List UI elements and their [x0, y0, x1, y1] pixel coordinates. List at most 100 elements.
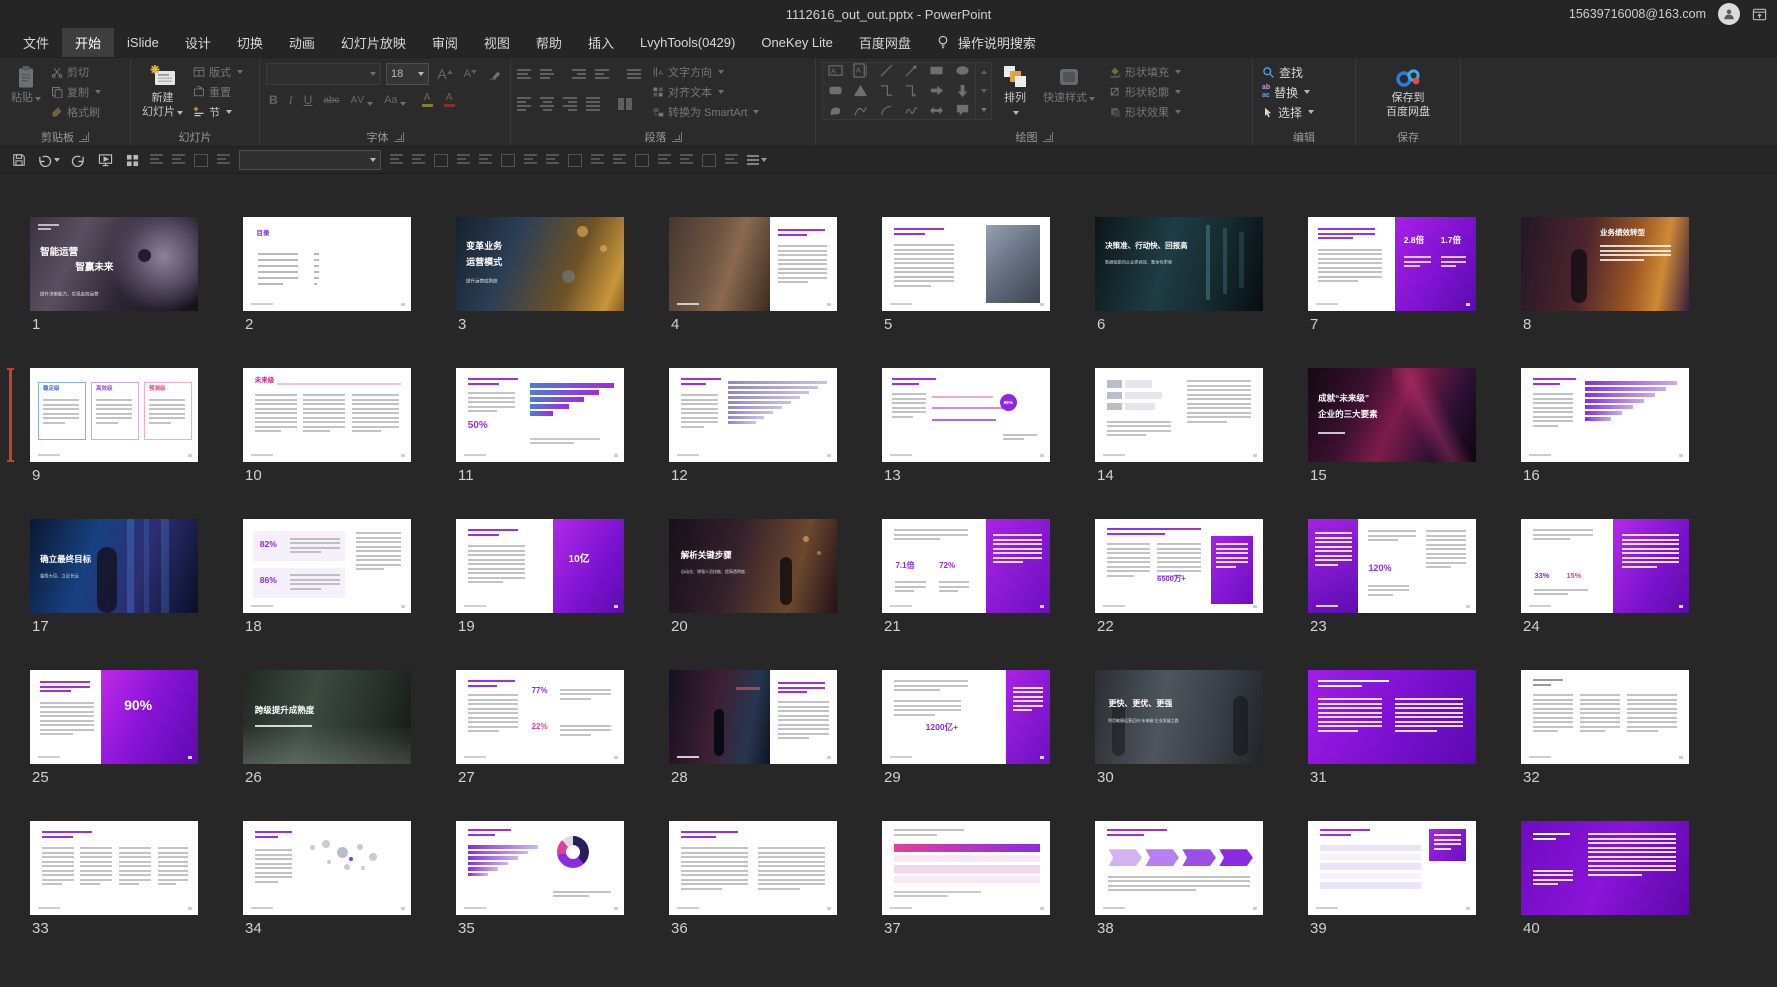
qat-button[interactable] — [479, 154, 492, 167]
qat-button[interactable] — [702, 154, 716, 167]
ribbon-tab-7[interactable]: 幻灯片放映 — [328, 28, 419, 57]
slide-thumbnail-20[interactable]: 解析关键步骤自动化、增强人员技能、提高透明度… — [669, 519, 837, 613]
section-button[interactable]: 节 — [190, 102, 246, 122]
shapes-scroll-down[interactable] — [976, 82, 991, 101]
ribbon-tab-1[interactable]: 文件 — [10, 28, 62, 57]
strikethrough-button[interactable]: abc — [320, 95, 342, 106]
account-avatar-icon[interactable] — [1718, 3, 1740, 25]
quick-styles-button[interactable]: 快速样式 — [1038, 62, 1100, 109]
qat-button[interactable] — [501, 154, 515, 167]
shape-double-arrow-icon[interactable] — [929, 103, 944, 123]
qat-button[interactable] — [150, 154, 163, 167]
columns-icon[interactable] — [618, 98, 632, 110]
qat-button[interactable] — [412, 154, 425, 167]
shapes-scroll-up[interactable] — [976, 63, 991, 82]
font-dialog-launcher[interactable] — [394, 132, 404, 142]
save-button[interactable] — [10, 150, 28, 170]
shape-textbox-horizontal-icon[interactable]: A — [828, 63, 843, 83]
arrange-button[interactable]: 排列 — [998, 62, 1032, 123]
slide-thumbnail-12[interactable] — [669, 368, 837, 462]
decrease-indent-icon[interactable] — [572, 69, 586, 79]
bold-button[interactable]: B — [266, 93, 281, 107]
slide-thumbnail-22[interactable]: 6500万+ — [1095, 519, 1263, 613]
slide-thumbnail-13[interactable]: 98% — [882, 368, 1050, 462]
ribbon-tab-11[interactable]: 插入 — [575, 28, 627, 57]
layout-button[interactable]: 版式 — [190, 62, 246, 82]
qat-combobox[interactable] — [239, 150, 381, 170]
align-right-icon[interactable] — [563, 97, 577, 111]
shape-arrow-line-icon[interactable] — [904, 63, 919, 83]
qat-button[interactable] — [568, 154, 582, 167]
slide-thumbnail-37[interactable] — [882, 821, 1050, 915]
slide-thumbnail-29[interactable]: 1200亿+ — [882, 670, 1050, 764]
paragraph-dialog-launcher[interactable] — [672, 132, 682, 142]
slide-thumbnail-3[interactable]: 变革业务运营模式提升运营成熟度 — [456, 217, 624, 311]
convert-to-smartart-button[interactable]: 转换为 SmartArt — [649, 102, 762, 122]
shape-curve-icon[interactable] — [853, 103, 868, 123]
slide-thumbnail-18[interactable]: 82%86% — [243, 519, 411, 613]
slide-thumbnail-39[interactable] — [1308, 821, 1476, 915]
qat-button[interactable] — [591, 154, 604, 167]
slide-thumbnail-5[interactable] — [882, 217, 1050, 311]
customize-qat-button[interactable] — [747, 150, 767, 170]
ribbon-tab-12[interactable]: LvyhTools(0429) — [627, 28, 748, 57]
find-button[interactable]: 查找 — [1259, 62, 1317, 82]
clipboard-dialog-launcher[interactable] — [79, 132, 89, 142]
qat-button[interactable] — [635, 154, 649, 167]
save-to-baidu-netdisk-button[interactable]: 保存到 百度网盘 — [1381, 62, 1435, 123]
slide-thumbnail-23[interactable]: 120% — [1308, 519, 1476, 613]
slide-thumbnail-16[interactable] — [1521, 368, 1689, 462]
clear-formatting-button[interactable] — [485, 68, 504, 80]
numbering-icon[interactable] — [540, 69, 554, 79]
italic-button[interactable]: I — [286, 93, 296, 108]
replace-button[interactable]: abac 替换 — [1259, 82, 1317, 102]
slide-thumbnail-6[interactable]: 决策准、行动快、回报高数据赋能的企业更高效、整体性更强 — [1095, 217, 1263, 311]
font-color-button[interactable]: A — [441, 93, 458, 107]
shape-textbox-vertical-icon[interactable]: A — [853, 63, 868, 83]
slide-thumbnail-8[interactable]: 业务绩效转型 — [1521, 217, 1689, 311]
align-center-icon[interactable] — [540, 97, 554, 111]
redo-button[interactable] — [69, 150, 87, 170]
qat-button[interactable] — [434, 154, 448, 167]
qat-button[interactable] — [194, 154, 208, 167]
qat-button[interactable] — [725, 154, 738, 167]
slide-thumbnail-10[interactable]: 未来级 — [243, 368, 411, 462]
slide-thumbnail-7[interactable]: 2.8倍1.7倍 — [1308, 217, 1476, 311]
shape-fill-button[interactable]: 形状填充 — [1106, 62, 1184, 82]
format-painter-button[interactable]: 格式刷 — [48, 102, 104, 122]
qat-button[interactable] — [217, 154, 230, 167]
drawing-dialog-launcher[interactable] — [1043, 132, 1053, 142]
slide-thumbnail-36[interactable] — [669, 821, 837, 915]
text-highlight-color-button[interactable]: A — [419, 93, 436, 107]
slide-thumbnail-17[interactable]: 确立最终目标着眼大局、立足长远 — [30, 519, 198, 613]
ribbon-tab-9[interactable]: 视图 — [471, 28, 523, 57]
character-spacing-button[interactable]: AV — [347, 95, 376, 106]
select-button[interactable]: 选择 — [1259, 102, 1317, 122]
slide-thumbnail-24[interactable]: 33%15% — [1521, 519, 1689, 613]
underline-button[interactable]: U — [301, 93, 316, 107]
ribbon-tab-13[interactable]: OneKey Lite — [748, 28, 846, 57]
reset-button[interactable]: 重置 — [190, 82, 246, 102]
slide-thumbnail-34[interactable] — [243, 821, 411, 915]
shape-arrow-right-icon[interactable] — [929, 83, 944, 103]
qat-button[interactable] — [658, 154, 671, 167]
shape-line-icon[interactable] — [879, 63, 894, 83]
slide-thumbnail-27[interactable]: 77%22% — [456, 670, 624, 764]
ribbon-tab-10[interactable]: 帮助 — [523, 28, 575, 57]
slide-thumbnail-31[interactable] — [1308, 670, 1476, 764]
qat-button[interactable] — [546, 154, 559, 167]
cut-button[interactable]: 剪切 — [48, 62, 104, 82]
ribbon-tab-14[interactable]: 百度网盘 — [846, 28, 924, 57]
slide-thumbnail-35[interactable] — [456, 821, 624, 915]
slide-thumbnail-4[interactable] — [669, 217, 837, 311]
shape-elbow-arrow-icon[interactable] — [904, 83, 919, 103]
new-slide-button[interactable]: 新建 幻灯片 — [137, 62, 188, 123]
slide-thumbnail-28[interactable] — [669, 670, 837, 764]
shapes-gallery-more[interactable] — [976, 100, 991, 119]
slide-thumbnail-9[interactable]: 稳定级高效级预测级 — [30, 368, 198, 462]
slide-thumbnail-15[interactable]: 成就“未来级”企业的三大要素 — [1308, 368, 1476, 462]
shape-ellipse-icon[interactable] — [955, 63, 970, 83]
slide-sorter-canvas[interactable]: 智能运营智赢未来提升决策能力，实现高效运营1目录2变革业务运营模式提升运营成熟度… — [0, 174, 1777, 987]
text-direction-button[interactable]: A 文字方向 — [649, 62, 762, 82]
change-case-button[interactable]: Aa — [381, 94, 408, 106]
